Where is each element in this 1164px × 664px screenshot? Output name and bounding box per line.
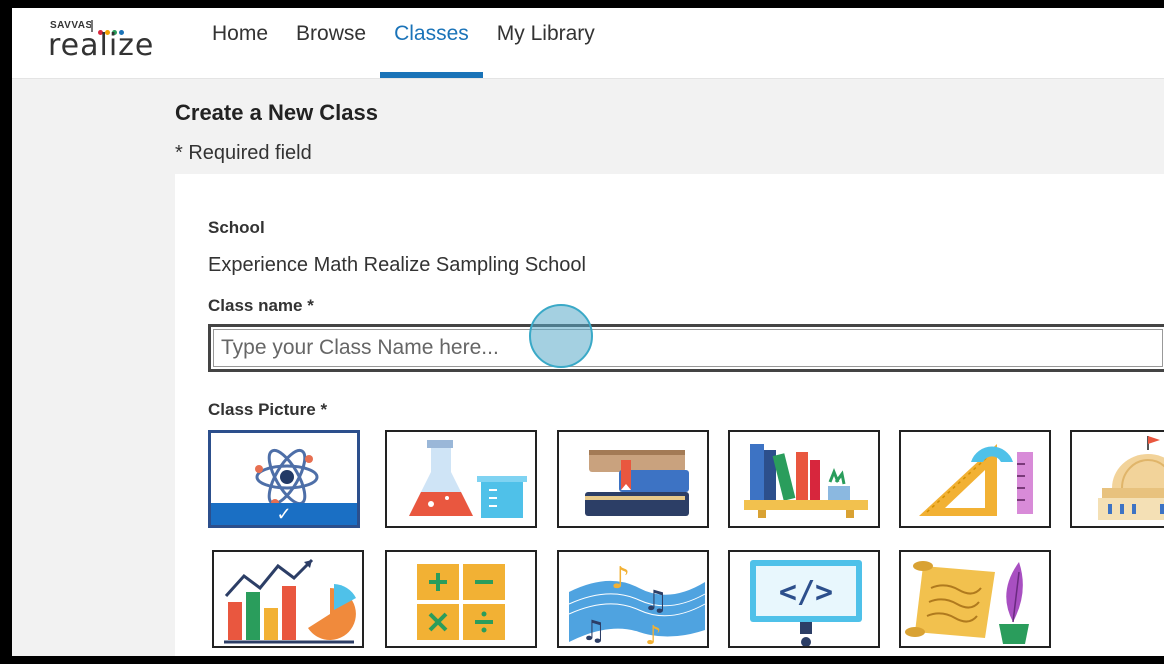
scroll-quill-icon (905, 561, 1029, 644)
charts-graphs-icon (224, 558, 356, 644)
logo-brand-main: realize (48, 28, 155, 63)
nav-item-home[interactable]: Home (198, 8, 282, 78)
required-field-note: * Required field (175, 142, 312, 164)
geometry-tools-icon (919, 444, 1033, 516)
create-class-form: School Experience Math Realize Sampling … (175, 174, 1164, 656)
class-picture-scroll[interactable] (899, 550, 1051, 648)
class-picture-flask[interactable] (385, 430, 537, 528)
coding-monitor-icon: </> (750, 560, 862, 646)
school-label: School (208, 218, 265, 237)
books-stack-icon (585, 450, 689, 516)
svg-text:♫: ♫ (581, 614, 606, 647)
chemistry-flask-icon (409, 440, 527, 518)
capitol-building-icon (1098, 436, 1164, 520)
class-picture-coding[interactable]: </> (728, 550, 880, 648)
svg-text:</>: </> (779, 575, 833, 610)
nav-item-my-library[interactable]: My Library (483, 8, 609, 78)
app-window: SAVVAS realize Home Browse Classes My Li… (12, 8, 1164, 656)
savvas-realize-logo[interactable]: SAVVAS realize (48, 18, 172, 68)
class-name-label: Class name * (208, 296, 314, 315)
nav-item-browse[interactable]: Browse (282, 8, 380, 78)
page-title: Create a New Class (175, 100, 378, 125)
svg-text:♫: ♫ (643, 584, 668, 617)
top-navigation-bar: SAVVAS realize Home Browse Classes My Li… (12, 8, 1164, 79)
svg-text:♪: ♪ (611, 561, 630, 596)
nav-item-classes[interactable]: Classes (380, 8, 483, 78)
class-picture-math[interactable] (385, 550, 537, 648)
music-notes-icon: ♪ ♫ ♫ ♪ (568, 561, 706, 648)
math-operators-icon (417, 564, 505, 640)
class-picture-books[interactable] (557, 430, 709, 528)
class-picture-capitol[interactable] (1070, 430, 1164, 528)
selected-check-icon: ✓ (211, 503, 357, 525)
svg-text:♪: ♪ (645, 621, 662, 648)
main-nav: Home Browse Classes My Library (198, 8, 609, 78)
class-name-input[interactable] (208, 324, 1164, 372)
bookshelf-plant-icon (744, 444, 868, 518)
school-value: Experience Math Realize Sampling School (208, 254, 586, 276)
class-picture-geometry[interactable] (899, 430, 1051, 528)
class-picture-bookshelf[interactable] (728, 430, 880, 528)
class-picture-music[interactable]: ♪ ♫ ♫ ♪ (557, 550, 709, 648)
class-picture-label: Class Picture * (208, 400, 328, 419)
class-picture-charts[interactable] (212, 550, 364, 648)
class-picture-atom[interactable]: ✓ (208, 430, 360, 528)
